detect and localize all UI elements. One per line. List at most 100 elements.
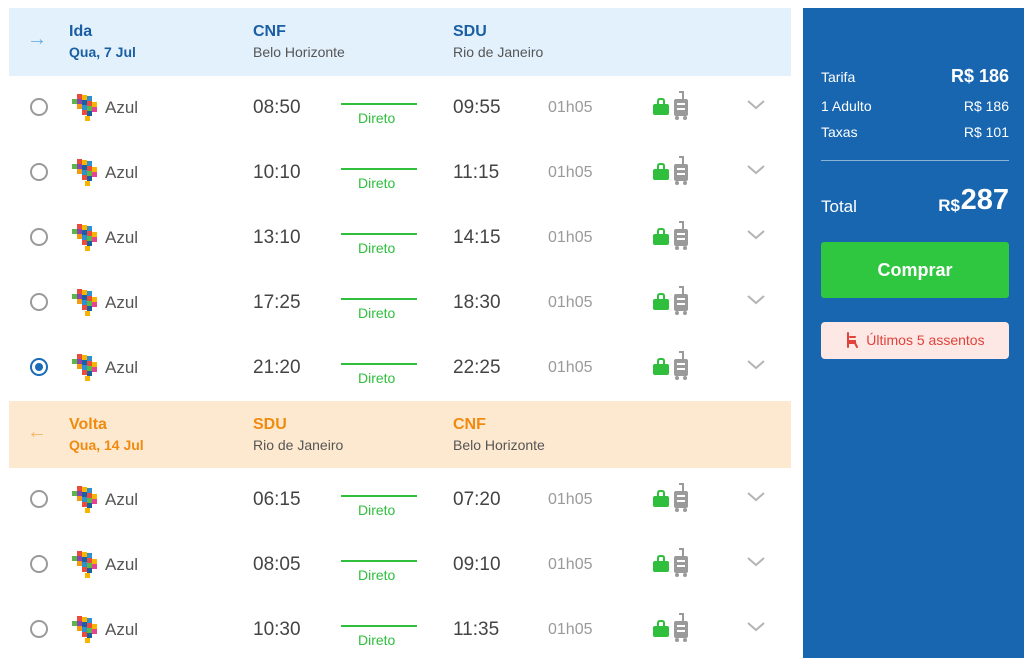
- chevron-down-icon[interactable]: [746, 98, 766, 112]
- route-line: [341, 495, 417, 497]
- inbound-flights: Azul 06:15 Direto 07:20 01h05 Azul 08:05…: [9, 468, 791, 658]
- airline-name: Azul: [105, 163, 139, 182]
- flight-row[interactable]: Azul 08:05 Direto 09:10 01h05: [9, 533, 791, 598]
- route-line: [341, 298, 417, 300]
- flight-radio[interactable]: [30, 163, 48, 181]
- buy-button[interactable]: Comprar: [821, 242, 1009, 298]
- carry-on-bag-icon: [653, 228, 669, 245]
- arrival-time: 22:25: [453, 357, 501, 378]
- stops-label: Direto: [358, 175, 396, 191]
- flight-radio[interactable]: [30, 620, 48, 638]
- flight-duration: 01h05: [548, 621, 593, 638]
- chevron-down-icon[interactable]: [746, 293, 766, 307]
- inbound-date: Qua, 14 Jul: [69, 437, 144, 453]
- airline-name: Azul: [105, 490, 139, 509]
- summary-divider: [821, 160, 1009, 161]
- flight-radio[interactable]: [30, 358, 48, 376]
- seats-alert: Últimos 5 assentos: [821, 322, 1009, 359]
- flight-row[interactable]: Azul 17:25 Direto 18:30 01h05: [9, 271, 791, 336]
- chevron-down-icon[interactable]: [746, 228, 766, 242]
- inbound-origin-city: Rio de Janeiro: [253, 437, 344, 453]
- flight-row[interactable]: Azul 10:10 Direto 11:15 01h05: [9, 141, 791, 206]
- flight-radio[interactable]: [30, 228, 48, 246]
- chevron-down-icon[interactable]: [746, 163, 766, 177]
- carry-on-bag-icon: [653, 620, 669, 637]
- stops-label: Direto: [358, 240, 396, 256]
- flight-row[interactable]: Azul 10:30 Direto 11:35 01h05: [9, 598, 791, 658]
- arrow-left-icon: ←: [27, 421, 47, 443]
- departure-time: 08:50: [253, 97, 301, 118]
- flight-duration: 01h05: [548, 99, 593, 116]
- departure-time: 10:30: [253, 619, 301, 640]
- total-value: 287: [960, 184, 1009, 216]
- airline-name: Azul: [105, 228, 139, 247]
- flight-list: → Ida Qua, 7 Jul CNF Belo Horizonte SDU …: [9, 8, 791, 658]
- carry-on-bag-icon: [653, 98, 669, 115]
- flight-radio[interactable]: [30, 555, 48, 573]
- airline-name: Azul: [105, 555, 139, 574]
- route-line: [341, 233, 417, 235]
- outbound-dest-city: Rio de Janeiro: [453, 44, 544, 60]
- taxas-value: R$ 101: [963, 124, 1009, 140]
- departure-time: 10:10: [253, 162, 301, 183]
- taxas-label: Taxas: [821, 124, 858, 140]
- chevron-down-icon[interactable]: [746, 490, 766, 504]
- chevron-down-icon[interactable]: [746, 358, 766, 372]
- flight-duration: 01h05: [548, 229, 593, 246]
- azul-logo: [72, 551, 97, 578]
- flight-duration: 01h05: [548, 294, 593, 311]
- carry-on-bag-icon: [653, 358, 669, 375]
- checked-luggage-icon: [674, 613, 688, 642]
- flight-duration: 01h05: [548, 491, 593, 508]
- flight-row[interactable]: Azul 08:50 Direto 09:55 01h05: [9, 76, 791, 141]
- departure-time: 21:20: [253, 357, 301, 378]
- flight-radio[interactable]: [30, 293, 48, 311]
- outbound-dest-code: SDU: [453, 23, 487, 40]
- arrival-time: 07:20: [453, 489, 501, 510]
- adulto-label: 1 Adulto: [821, 98, 872, 114]
- inbound-dest-city: Belo Horizonte: [453, 437, 545, 453]
- chevron-down-icon[interactable]: [746, 555, 766, 569]
- checked-luggage-icon: [674, 156, 688, 185]
- airline-name: Azul: [105, 293, 139, 312]
- flight-row[interactable]: Azul 21:20 Direto 22:25 01h05: [9, 336, 791, 401]
- airline-name: Azul: [105, 358, 139, 377]
- outbound-origin-city: Belo Horizonte: [253, 44, 345, 60]
- carry-on-bag-icon: [653, 293, 669, 310]
- arrival-time: 11:15: [453, 162, 500, 183]
- flight-row[interactable]: Azul 06:15 Direto 07:20 01h05: [9, 468, 791, 533]
- route-line: [341, 103, 417, 105]
- total-label: Total: [821, 197, 857, 216]
- flight-radio[interactable]: [30, 98, 48, 116]
- inbound-header: ← Volta Qua, 14 Jul SDU Rio de Janeiro C…: [9, 401, 791, 468]
- carry-on-bag-icon: [653, 555, 669, 572]
- chevron-down-icon[interactable]: [746, 620, 766, 634]
- arrow-right-icon: →: [27, 28, 47, 50]
- tarifa-label: Tarifa: [821, 69, 856, 85]
- inbound-dest-code: CNF: [453, 416, 486, 433]
- stops-label: Direto: [358, 632, 396, 648]
- route-line: [341, 560, 417, 562]
- total-currency: R$: [938, 196, 960, 215]
- checked-luggage-icon: [674, 548, 688, 577]
- stops-label: Direto: [358, 502, 396, 518]
- outbound-flights: Azul 08:50 Direto 09:55 01h05 Azul 10:10…: [9, 76, 791, 401]
- flight-radio[interactable]: [30, 490, 48, 508]
- airline-name: Azul: [105, 620, 139, 639]
- azul-logo: [72, 289, 97, 316]
- arrival-time: 18:30: [453, 292, 501, 313]
- departure-time: 08:05: [253, 554, 301, 575]
- flight-duration: 01h05: [548, 359, 593, 376]
- departure-time: 17:25: [253, 292, 301, 313]
- outbound-header: → Ida Qua, 7 Jul CNF Belo Horizonte SDU …: [9, 8, 791, 76]
- flight-duration: 01h05: [548, 556, 593, 573]
- departure-time: 13:10: [253, 227, 301, 248]
- flight-row[interactable]: Azul 13:10 Direto 14:15 01h05: [9, 206, 791, 271]
- seats-alert-text: Últimos 5 assentos: [866, 332, 985, 348]
- azul-logo: [72, 354, 97, 381]
- arrival-time: 14:15: [453, 227, 501, 248]
- checked-luggage-icon: [674, 351, 688, 380]
- stops-label: Direto: [358, 567, 396, 583]
- route-line: [341, 625, 417, 627]
- airline-name: Azul: [105, 98, 139, 117]
